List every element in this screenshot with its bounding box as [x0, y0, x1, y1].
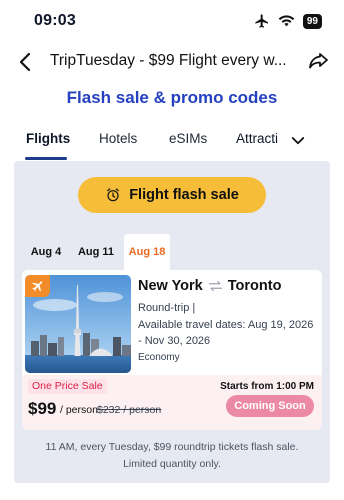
date-tab-aug-11[interactable]: Aug 11 [74, 234, 118, 270]
round-trip-arrows-icon [208, 280, 222, 292]
sale-footnote: 11 AM, every Tuesday, $99 roundtrip tick… [34, 439, 310, 473]
cabin-class: Economy [138, 352, 180, 363]
tab-esims[interactable]: eSIMs [169, 131, 207, 146]
start-time: Starts from 1:00 PM [220, 381, 314, 392]
alarm-clock-icon [107, 188, 120, 202]
price-unit: / person [60, 404, 98, 416]
date-tab-aug-4[interactable]: Aug 4 [24, 234, 68, 270]
deal-card[interactable]: New York Toronto Round-trip | Available … [22, 270, 322, 430]
travel-dates: Available travel dates: Aug 19, 2026 - N… [138, 317, 320, 349]
footnote-line-1: 11 AM, every Tuesday, $99 roundtrip tick… [45, 441, 299, 453]
tab-attractions[interactable]: Attracti [236, 131, 280, 146]
sale-tag: One Price Sale [28, 379, 107, 394]
page-nav-title: TripTuesday - $99 Flight every w... [50, 52, 287, 69]
coming-soon-button[interactable]: Coming Soon [226, 395, 314, 417]
travel-dates-start: Aug 19, 2026 [247, 319, 314, 331]
travel-dates-end: Nov 30, 2026 [144, 335, 211, 347]
flight-flash-sale-button[interactable]: Flight flash sale [78, 177, 266, 213]
plane-icon [25, 275, 50, 297]
footnote-line-2: Limited quantity only. [123, 458, 221, 470]
status-icons: 99 [254, 13, 322, 29]
share-icon[interactable] [306, 49, 330, 73]
page-title: Flash sale & promo codes [66, 88, 278, 107]
category-tabs: Flights Hotels eSIMs Attracti [0, 126, 344, 160]
route: New York Toronto [138, 278, 281, 294]
flight-flash-sale-label: Flight flash sale [129, 187, 239, 203]
trip-type: Round-trip | [138, 302, 196, 314]
chevron-down-icon[interactable] [289, 132, 307, 150]
chevron-left-icon[interactable] [14, 50, 38, 74]
wifi-icon [278, 15, 295, 27]
deals-panel: Flight flash sale Aug 4 Aug 11 Aug 18 Ne… [14, 161, 330, 483]
destination-city: Toronto [227, 278, 282, 294]
battery-icon: 99 [302, 13, 322, 29]
travel-dates-separator: - [138, 335, 142, 347]
original-price: $232 / person [97, 404, 162, 416]
tab-hotels[interactable]: Hotels [99, 131, 137, 146]
active-tab-indicator [25, 157, 67, 160]
nav-bar: TripTuesday - $99 Flight every w... [0, 44, 344, 80]
date-tab-aug-18[interactable]: Aug 18 [124, 234, 170, 270]
travel-dates-label: Available travel dates: [138, 319, 246, 331]
origin-city: New York [138, 278, 203, 294]
toronto-skyline-photo [25, 275, 131, 373]
tab-flights[interactable]: Flights [26, 131, 70, 146]
price: $99 [28, 399, 57, 418]
status-time: 09:03 [34, 12, 76, 29]
status-bar: 09:03 99 [0, 0, 344, 44]
airplane-icon [255, 14, 268, 28]
price-row: One Price Sale $99 / person $232 / perso… [22, 375, 322, 430]
